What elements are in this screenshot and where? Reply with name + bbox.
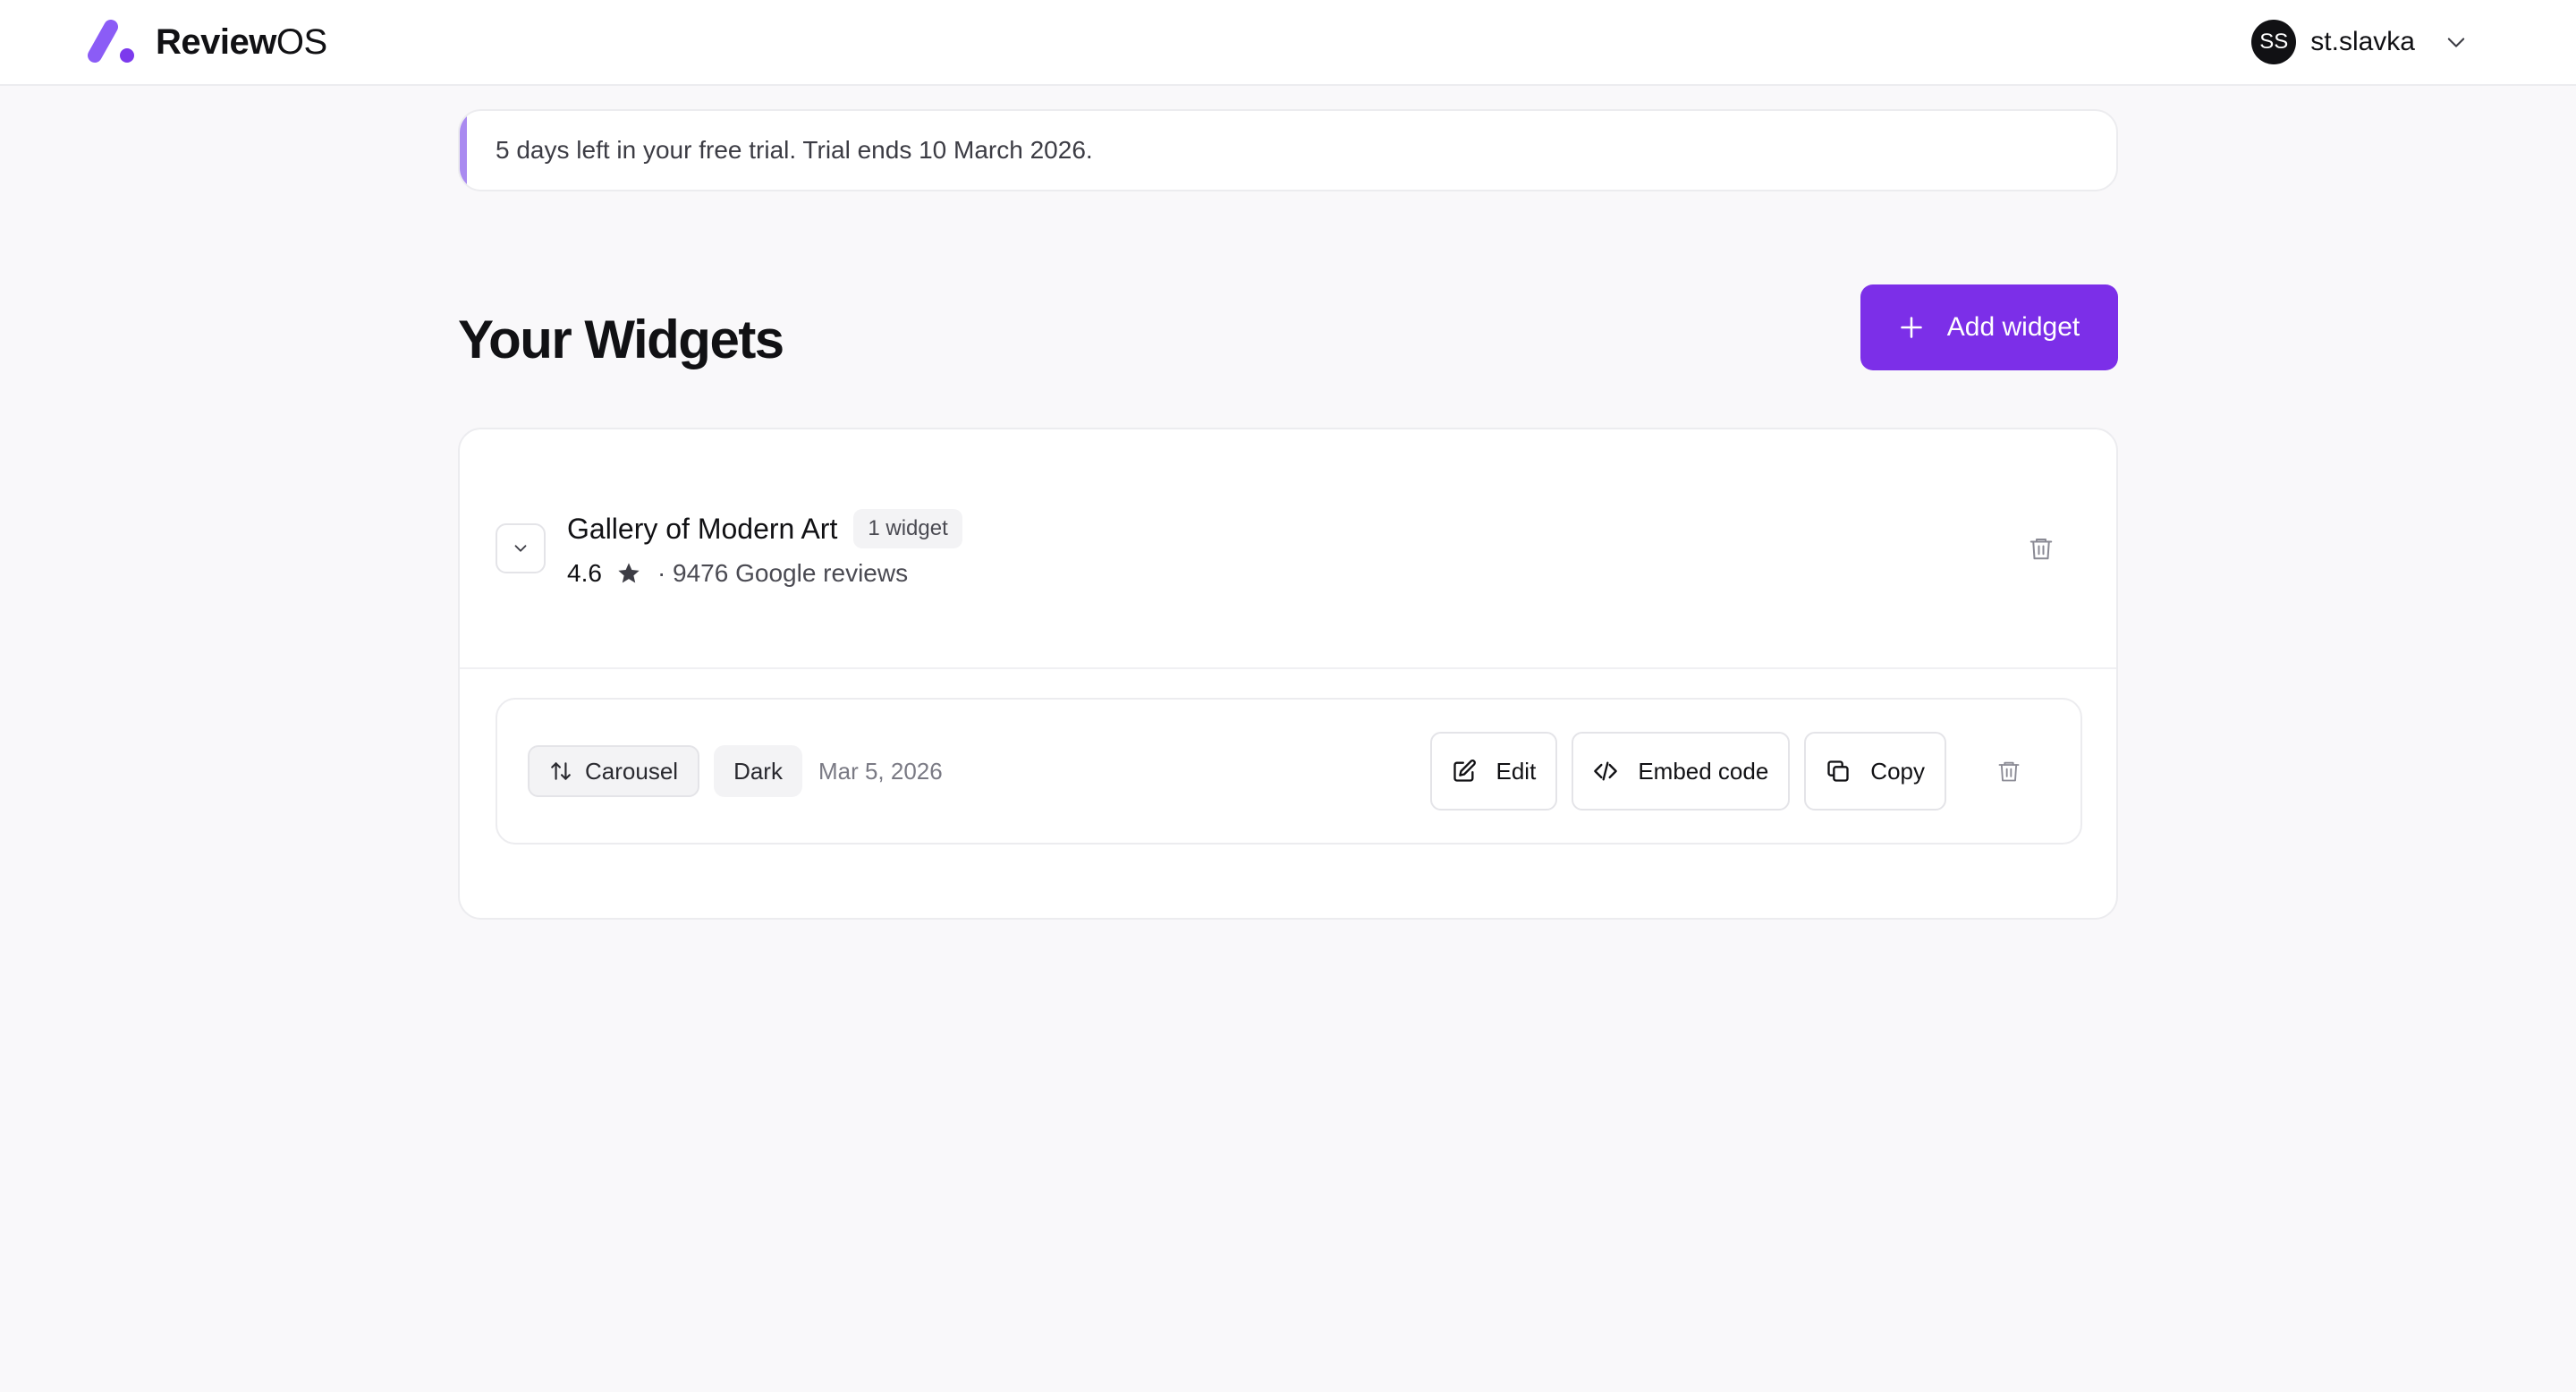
layout-label: Carousel	[585, 757, 679, 785]
embed-code-label: Embed code	[1638, 757, 1769, 785]
trial-banner-text: 5 days left in your free trial. Trial en…	[496, 136, 1093, 164]
edit-label: Edit	[1496, 757, 1537, 785]
user-menu[interactable]: SS st.slavka	[2251, 20, 2469, 64]
edit-button[interactable]: Edit	[1429, 732, 1558, 811]
rating-value: 4.6	[567, 559, 602, 587]
theme-tag: Dark	[714, 745, 802, 797]
widget-date: Mar 5, 2026	[818, 757, 943, 785]
username: st.slavka	[2310, 27, 2415, 56]
copy-icon	[1827, 760, 1849, 782]
plus-icon	[1900, 317, 1922, 338]
add-widget-label: Add widget	[1946, 312, 2080, 342]
location-name: Gallery of Modern Art	[567, 512, 838, 545]
main-content: 5 days left in your free trial. Trial en…	[458, 109, 2118, 920]
trash-icon	[1998, 761, 2020, 782]
page-title: Your Widgets	[458, 309, 784, 369]
chevron-down-icon[interactable]	[2444, 30, 2469, 55]
copy-label: Copy	[1870, 757, 1925, 785]
brand[interactable]: ReviewOS	[86, 20, 327, 64]
reviews-count: · 9476 Google reviews	[657, 559, 909, 587]
avatar: SS	[2251, 20, 2297, 64]
brand-name: ReviewOS	[156, 21, 327, 62]
delete-widget-button[interactable]	[1991, 753, 2027, 789]
trial-banner: 5 days left in your free trial. Trial en…	[458, 109, 2118, 191]
code-icon	[1594, 761, 1618, 781]
copy-button[interactable]: Copy	[1804, 732, 1946, 811]
embed-code-button[interactable]: Embed code	[1572, 732, 1791, 811]
add-widget-button[interactable]: Add widget	[1860, 284, 2118, 370]
trash-icon	[2029, 539, 2053, 560]
delete-location-button[interactable]	[2023, 530, 2059, 566]
widget-actions: Edit Embed code Copy	[1429, 732, 2051, 811]
swap-arrows-icon	[551, 762, 571, 780]
edit-icon	[1453, 760, 1476, 782]
widget-row: Carousel Dark Mar 5, 2026 Edit Embed cod…	[496, 698, 2082, 845]
layout-tag: Carousel	[528, 745, 700, 797]
star-icon	[618, 563, 640, 583]
chevron-down-icon	[514, 545, 527, 552]
rating-row: 4.6 · 9476 Google reviews	[567, 559, 962, 588]
top-bar: ReviewOS SS st.slavka	[0, 0, 2576, 86]
reviewos-logo-icon	[88, 20, 134, 63]
title-row: Your Widgets Add widget	[458, 284, 2118, 370]
location-info: Gallery of Modern Art 1 widget 4.6 · 947…	[567, 509, 962, 588]
location-header: Gallery of Modern Art 1 widget 4.6 · 947…	[460, 429, 2116, 669]
expand-location-button[interactable]	[496, 523, 546, 573]
widget-count-badge: 1 widget	[853, 509, 962, 548]
location-card: Gallery of Modern Art 1 widget 4.6 · 947…	[458, 428, 2118, 920]
